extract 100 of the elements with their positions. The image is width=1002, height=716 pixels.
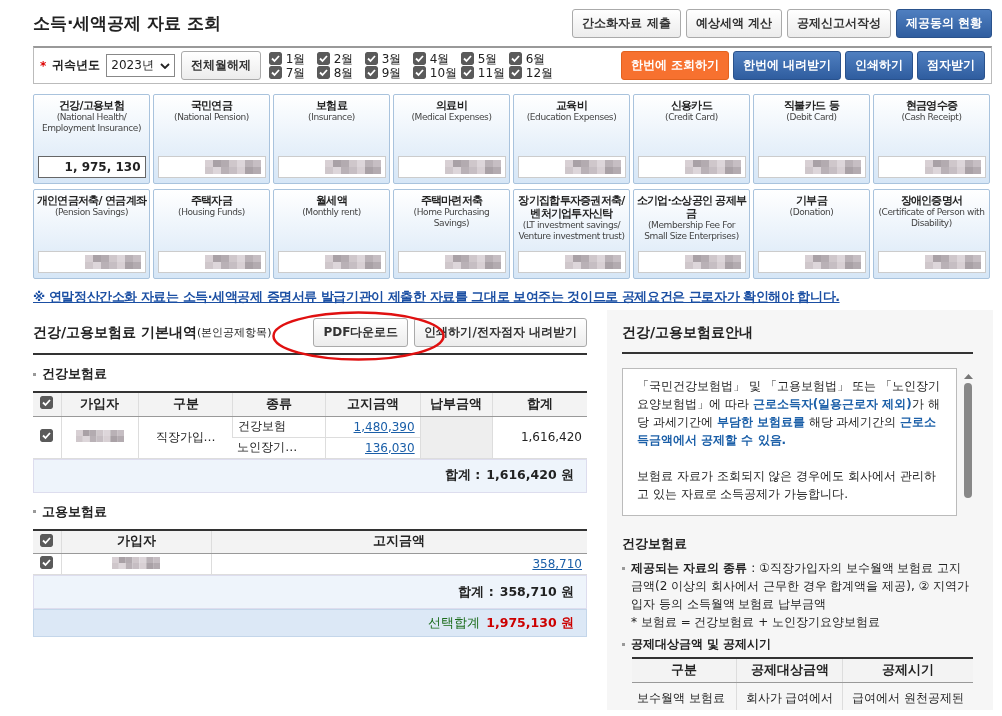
sum-value: 1,616,420 원 xyxy=(486,467,574,484)
sum-value: 358,710 원 xyxy=(499,583,574,601)
checkbox[interactable] xyxy=(40,533,54,547)
notice-link[interactable]: ※ 연말정산간소화 자료는 소득·세액공제 증명서류 발급기관이 제출한 자료를 그대로 보여주는 것이므로 공제요건은 근로자가 확인해야 합니다. xyxy=(33,289,1002,306)
button[interactable]: 간소화자료 제출 xyxy=(572,8,681,38)
category-card[interactable]: 월세액 (Monthly rent) xyxy=(273,189,390,279)
table-cell: 1,616,420 xyxy=(492,416,587,458)
category-card[interactable]: 직불카드 등 (Debit Card) xyxy=(753,94,870,184)
amount-link[interactable]: 358,710 xyxy=(532,557,582,571)
year-dropdown[interactable]: 2023년 xyxy=(106,54,175,77)
card-subtitle: (Monthly rent) xyxy=(302,207,361,218)
card-subtitle: (National Health/ Employment Insurance) xyxy=(40,112,143,134)
card-title: 장기집합투자증권저축/ 벤처기업투자신탁 xyxy=(517,194,626,220)
checkbox[interactable] xyxy=(40,556,54,569)
button[interactable]: 인쇄하기 xyxy=(845,51,913,80)
category-card[interactable]: 교육비 (Education Expenses) xyxy=(513,94,630,184)
category-card[interactable]: 주택마련저축 (Home Purchasing Savings) xyxy=(393,189,510,279)
column-header: 납부금액 xyxy=(420,392,493,416)
guide-section-title: 건강보험료 xyxy=(622,536,688,553)
card-title: 국민연금 xyxy=(190,99,233,112)
month-label: 5월 xyxy=(477,51,498,66)
category-card[interactable]: 개인연금저축/ 연금계좌 (Pension Savings) xyxy=(33,189,150,279)
year-label: 귀속년도 xyxy=(52,57,101,74)
scroll-up-icon[interactable] xyxy=(963,374,973,379)
category-card[interactable]: 현금영수증 (Cash Receipt) xyxy=(873,94,990,184)
card-subtitle: (LT investment savings/ Venture investment trust) xyxy=(517,220,626,242)
required-mark: * xyxy=(40,58,47,73)
month-label: 7월 xyxy=(285,65,306,80)
amount-link[interactable]: 136,030 xyxy=(365,440,415,455)
category-card[interactable]: 국민연금 (National Pension) xyxy=(153,94,270,184)
info-text: 보험료 자료가 조회되지 않은 경우에도 회사에서 관리하고 있는 자료로 소득공제가 가능합니다. xyxy=(637,468,937,503)
month-label: 4월 xyxy=(429,51,450,66)
checkbox[interactable] xyxy=(364,52,378,65)
category-card[interactable]: 기부금 (Donation) xyxy=(753,189,870,279)
month-label: 10월 xyxy=(429,65,458,80)
checkbox[interactable] xyxy=(316,52,330,65)
category-card[interactable]: 소기업·소상공인 공제부금 (Membership Fee For Small Size Enterprises) xyxy=(633,189,750,279)
column-header: 공제대상금액 xyxy=(736,658,843,682)
category-card[interactable]: 신용카드 (Credit Card) xyxy=(633,94,750,184)
checkbox[interactable] xyxy=(460,66,474,79)
selected-total-label: 선택합계 xyxy=(428,614,481,632)
month-label: 3월 xyxy=(381,51,402,66)
card-title: 개인연금저축/ 연금계좌 xyxy=(36,194,147,207)
category-card[interactable]: 건강/고용보험 (National Health/ Employment Insurance) 1, 975, 130 xyxy=(33,94,150,184)
button[interactable]: 예상세액 계산 xyxy=(685,8,782,38)
card-title: 건강/고용보험 xyxy=(58,99,125,112)
card-title: 현금영수증 xyxy=(905,99,958,112)
checkbox[interactable] xyxy=(412,52,426,65)
card-subtitle: (Membership Fee For Small Size Enterprises) xyxy=(643,220,740,242)
category-card[interactable]: 보험료 (Insurance) xyxy=(273,94,390,184)
button[interactable]: PDF다운로드 xyxy=(313,318,409,347)
bullet-text: 제공되는 자료의 종류 : ①직장가입자의 보수월액 보험료 고지금액(2 이상의 회사에서 근무한 경우 합계액을 제공), ② 지역가입자 등의 소득월액 보험료 납부금액 xyxy=(631,561,970,611)
card-subtitle: (National Pension) xyxy=(174,112,249,123)
checkbox[interactable] xyxy=(412,66,426,79)
card-title: 기부금 xyxy=(796,194,827,207)
checkbox[interactable] xyxy=(268,66,282,79)
checkbox[interactable] xyxy=(460,52,474,65)
amount-field: 1, 975, 130 xyxy=(37,156,146,178)
card-subtitle: (Debit Card) xyxy=(786,112,837,123)
subsection-title: 건강보험료 xyxy=(42,365,107,383)
page-title: 소득·세액공제 자료 조회 xyxy=(33,11,222,35)
card-title: 직불카드 등 xyxy=(784,99,839,112)
checkbox[interactable] xyxy=(508,66,522,79)
card-subtitle: (Donation) xyxy=(789,207,834,218)
card-title: 소기업·소상공인 공제부금 xyxy=(636,194,747,220)
table-cell: 급여에서 원천공제된 xyxy=(842,682,973,710)
column-header: 가입자 xyxy=(61,529,211,554)
checkbox[interactable] xyxy=(364,66,378,79)
amount-link[interactable]: 1,480,390 xyxy=(353,419,415,434)
panel-title: 건강/고용보험료안내 xyxy=(622,318,973,354)
column-header: 공제시기 xyxy=(842,658,973,682)
category-card[interactable]: 장애인증명서 (Certificate of Person with Disability) xyxy=(873,189,990,279)
category-card[interactable]: 주택자금 (Housing Funds) xyxy=(153,189,270,279)
button[interactable]: 한번에 내려받기 xyxy=(732,51,841,80)
caret-icon[interactable] xyxy=(159,62,170,69)
sum-label: 합계 : xyxy=(444,467,481,484)
card-subtitle: (Insurance) xyxy=(308,112,355,123)
card-title: 신용카드 xyxy=(670,99,713,112)
checkbox[interactable] xyxy=(508,52,522,65)
card-title: 교육비 xyxy=(556,99,587,112)
card-subtitle: (Medical Expenses) xyxy=(411,112,492,123)
button[interactable]: 점자받기 xyxy=(917,51,985,80)
category-card[interactable]: 장기집합투자증권저축/ 벤처기업투자신탁 (LT investment savings/ Venture investment trust) xyxy=(513,189,630,279)
checkbox[interactable] xyxy=(268,52,282,65)
checkbox[interactable] xyxy=(316,66,330,79)
section-note: (본인공제항목) xyxy=(197,325,272,340)
card-title: 주택자금 xyxy=(190,194,233,207)
button[interactable]: 제공동의 현황 xyxy=(895,8,992,38)
checkbox[interactable] xyxy=(40,429,54,442)
button[interactable]: 전체월해제 xyxy=(180,51,261,80)
checkbox[interactable] xyxy=(40,396,54,410)
table-cell: 회사가 급여에서 xyxy=(736,682,843,710)
month-label: 9월 xyxy=(381,65,402,80)
month-label: 2월 xyxy=(333,51,354,66)
button[interactable]: 공제신고서작성 xyxy=(786,8,891,38)
category-card[interactable]: 의료비 (Medical Expenses) xyxy=(393,94,510,184)
month-label: 6월 xyxy=(525,51,546,66)
info-text: 「국민건강보험법」 및 「고용보험법」 또는 「노인장기요양보험법」에 따라 근로소득자(일용근로자 제외)가 해당 과세기간에 부담한 보험료를 해당 과세기간의 근로소득금액에서 공제할 수 있음. xyxy=(637,378,942,449)
card-subtitle: (Education Expenses) xyxy=(526,112,617,123)
column-header: 합계 xyxy=(492,392,587,416)
